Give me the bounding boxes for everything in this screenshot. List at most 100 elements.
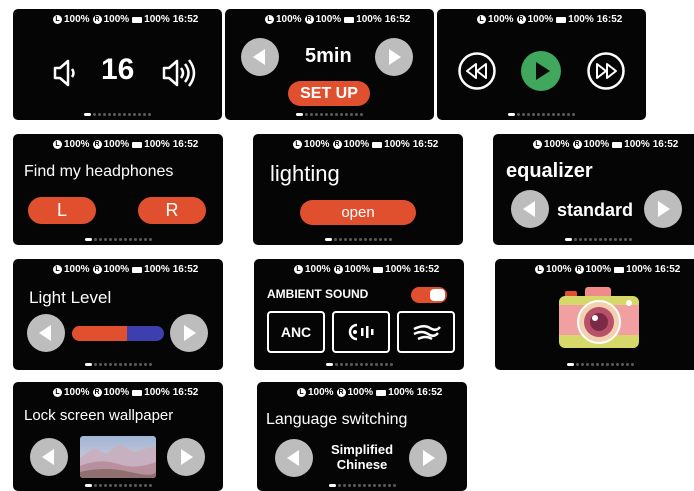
light-level-title: Light Level bbox=[29, 288, 112, 307]
lighting-open-button[interactable]: open bbox=[300, 200, 416, 225]
page-indicator bbox=[257, 484, 467, 487]
language-prev-button[interactable] bbox=[275, 439, 313, 477]
case-battery-text: 100% bbox=[626, 264, 652, 275]
find-title: Find my headphones bbox=[24, 163, 174, 180]
language-value: Simplified Chinese bbox=[319, 442, 405, 472]
ambient-title: AMBIENT SOUND bbox=[267, 287, 369, 301]
arrow-left-icon bbox=[287, 450, 299, 466]
status-bar: L 100% R 100% 100% 16:52 bbox=[533, 139, 681, 150]
right-earbud-icon: R bbox=[92, 265, 102, 274]
volume-up-icon[interactable] bbox=[161, 56, 201, 90]
case-battery-text: 100% bbox=[356, 14, 382, 25]
page-indicator bbox=[13, 113, 222, 116]
light-level-increase-button[interactable] bbox=[170, 314, 208, 352]
right-earbud-icon: R bbox=[516, 15, 526, 24]
lighting-card: L 100% R 100% 100% 16:52 lighting open bbox=[253, 134, 463, 245]
equalizer-title: equalizer bbox=[506, 160, 593, 182]
anc-button[interactable]: ANC bbox=[267, 311, 325, 353]
page-indicator bbox=[13, 484, 223, 487]
case-battery-text: 100% bbox=[624, 139, 650, 150]
right-earbud-icon: R bbox=[92, 388, 102, 397]
right-earbud-icon: R bbox=[336, 388, 346, 397]
left-earbud-icon: L bbox=[53, 140, 62, 149]
right-battery-text: 100% bbox=[315, 14, 342, 25]
wallpaper-card: L 100% R 100% 100% 16:52 Lock screen wallp… bbox=[13, 382, 223, 491]
left-earbud-icon: L bbox=[477, 15, 486, 24]
language-title: Language switching bbox=[266, 411, 408, 428]
volume-down-icon[interactable] bbox=[51, 56, 79, 90]
status-bar: L 100% R 100% 100% 16:52 bbox=[53, 14, 201, 25]
status-bar: L 100% R 100% 100% 16:52 bbox=[53, 264, 201, 275]
language-value-line1: Simplified bbox=[330, 442, 394, 457]
camera-icon[interactable] bbox=[557, 285, 641, 351]
arrow-right-icon bbox=[658, 201, 670, 217]
right-earbud-icon: R bbox=[574, 265, 584, 274]
right-earbud-icon: R bbox=[304, 15, 314, 24]
transparency-button[interactable] bbox=[332, 311, 390, 353]
equalizer-prev-button[interactable] bbox=[511, 190, 549, 228]
left-battery-text: 100% bbox=[64, 387, 90, 398]
equalizer-next-button[interactable] bbox=[644, 190, 682, 228]
left-battery-text: 100% bbox=[308, 387, 334, 398]
wallpaper-prev-button[interactable] bbox=[30, 438, 68, 476]
wallpaper-title: Lock screen wallpaper bbox=[24, 407, 174, 424]
playback-card: L 100% R 100% 100% 16:52 bbox=[437, 9, 646, 120]
time-text: 16:52 bbox=[172, 264, 199, 275]
battery-icon bbox=[132, 16, 143, 23]
left-battery-text: 100% bbox=[64, 264, 90, 275]
right-battery-text: 100% bbox=[347, 387, 374, 398]
rewind-icon[interactable] bbox=[457, 51, 497, 91]
fast-forward-icon[interactable] bbox=[586, 51, 626, 91]
arrow-left-icon bbox=[253, 49, 265, 65]
setup-button[interactable]: SET UP bbox=[288, 81, 370, 106]
page-indicator bbox=[225, 113, 434, 116]
language-next-button[interactable] bbox=[409, 439, 447, 477]
left-earbud-icon: L bbox=[294, 265, 303, 274]
left-battery-text: 100% bbox=[276, 14, 302, 25]
case-battery-text: 100% bbox=[385, 264, 411, 275]
time-text: 16:52 bbox=[172, 139, 199, 150]
right-earbud-icon: R bbox=[572, 140, 582, 149]
timer-increase-button[interactable] bbox=[375, 38, 413, 76]
battery-icon bbox=[376, 389, 387, 396]
time-text: 16:52 bbox=[652, 139, 679, 150]
time-text: 16:52 bbox=[596, 14, 623, 25]
toggle-knob bbox=[430, 289, 445, 301]
ambient-toggle[interactable] bbox=[411, 287, 447, 303]
volume-card: L 100% R 100% 100% 16:52 16 bbox=[13, 9, 222, 120]
find-right-button[interactable]: R bbox=[138, 197, 206, 224]
left-battery-text: 100% bbox=[64, 14, 90, 25]
right-battery-text: 100% bbox=[585, 264, 612, 275]
page-indicator bbox=[253, 238, 463, 241]
left-battery-text: 100% bbox=[305, 264, 331, 275]
camera-card: L 100% R 100% 100% 16:52 bbox=[495, 259, 694, 370]
wallpaper-next-button[interactable] bbox=[167, 438, 205, 476]
page-indicator bbox=[495, 363, 694, 366]
case-battery-text: 100% bbox=[144, 264, 170, 275]
battery-icon bbox=[614, 266, 625, 273]
status-bar: L 100% R 100% 100% 16:52 bbox=[293, 139, 441, 150]
battery-icon bbox=[132, 389, 143, 396]
light-level-decrease-button[interactable] bbox=[27, 314, 65, 352]
right-battery-text: 100% bbox=[343, 139, 370, 150]
right-battery-text: 100% bbox=[103, 14, 130, 25]
case-battery-text: 100% bbox=[144, 14, 170, 25]
play-icon[interactable] bbox=[521, 51, 561, 91]
light-level-slider[interactable] bbox=[72, 326, 164, 341]
left-earbud-icon: L bbox=[53, 15, 62, 24]
left-battery-text: 100% bbox=[544, 139, 570, 150]
find-left-button[interactable]: L bbox=[28, 197, 96, 224]
wallpaper-thumbnail[interactable] bbox=[80, 436, 156, 478]
page-indicator bbox=[13, 238, 223, 241]
time-text: 16:52 bbox=[412, 139, 439, 150]
arrow-right-icon bbox=[423, 450, 435, 466]
page-indicator bbox=[254, 363, 464, 366]
timer-decrease-button[interactable] bbox=[241, 38, 279, 76]
status-bar: L 100% R 100% 100% 16:52 bbox=[294, 264, 442, 275]
right-battery-text: 100% bbox=[103, 264, 130, 275]
wind-noise-button[interactable] bbox=[397, 311, 455, 353]
arrow-left-icon bbox=[39, 325, 51, 341]
status-bar: L 100% R 100% 100% 16:52 bbox=[535, 264, 683, 275]
arrow-left-icon bbox=[523, 201, 535, 217]
left-earbud-icon: L bbox=[53, 265, 62, 274]
